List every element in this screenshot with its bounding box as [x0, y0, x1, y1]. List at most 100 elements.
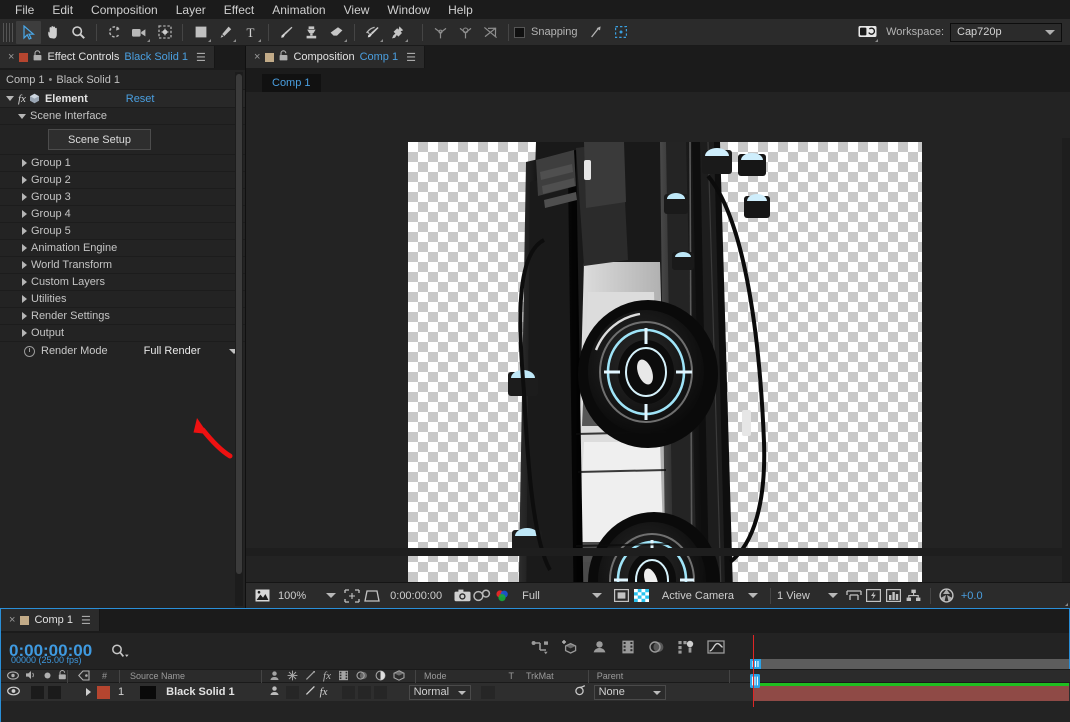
timeline-track-area[interactable]	[750, 635, 1070, 707]
chevron-down-icon[interactable]	[827, 593, 838, 598]
layer-motionblur-switch[interactable]	[357, 685, 371, 699]
channel-rgb-icon[interactable]	[492, 587, 1068, 606]
reset-button[interactable]: Reset	[126, 93, 155, 105]
disclosure-triangle-icon[interactable]	[22, 193, 27, 201]
enable-motion-blur-icon[interactable]	[648, 639, 665, 658]
viewer-horizontal-scrollbar[interactable]	[246, 548, 1070, 556]
disclosure-triangle-icon[interactable]	[18, 113, 26, 119]
zoom-level[interactable]: 100%	[278, 590, 306, 602]
layer-effects-fx-switch[interactable]: fx	[320, 686, 328, 698]
type-tool[interactable]: T	[238, 21, 263, 44]
property-group-animation-engine[interactable]: Animation Engine	[0, 240, 245, 257]
menu-item-edit[interactable]: Edit	[43, 1, 82, 19]
view-axis-mode-icon[interactable]	[478, 21, 503, 44]
property-group-world-transform[interactable]: World Transform	[0, 257, 245, 274]
close-icon[interactable]: ×	[254, 52, 260, 63]
layer-shy-switch[interactable]	[269, 685, 280, 699]
shape-tool[interactable]	[188, 21, 213, 44]
parent-pickwhip-icon[interactable]	[573, 684, 586, 700]
views-value[interactable]: 1 View	[777, 590, 810, 602]
disclosure-triangle-icon[interactable]	[6, 96, 14, 101]
brush-tool[interactable]	[274, 21, 299, 44]
layer-label-color[interactable]	[97, 685, 110, 699]
layer-lock-toggle[interactable]	[65, 685, 78, 699]
property-group-group-3[interactable]: Group 3	[0, 189, 245, 206]
resolution-value[interactable]: Full	[522, 590, 540, 602]
property-group-group-2[interactable]: Group 2	[0, 172, 245, 189]
stopwatch-icon[interactable]	[24, 345, 35, 357]
render-mode-value[interactable]: Full Render	[144, 345, 201, 357]
composition-mini-flowchart-icon[interactable]	[531, 639, 549, 658]
workspace-layout-icon[interactable]	[855, 21, 880, 44]
layer-disclosure-triangle-icon[interactable]	[86, 688, 91, 696]
layer-visibility-eye-icon[interactable]	[7, 686, 20, 699]
effect-header-element[interactable]: fx Element Reset	[0, 90, 245, 108]
timeline-empty-area[interactable]	[1, 701, 1070, 722]
tab-composition[interactable]: × Composition Comp 1 ☰	[246, 46, 425, 68]
hide-shy-layers-icon[interactable]	[591, 639, 608, 658]
menu-item-effect[interactable]: Effect	[215, 1, 263, 19]
zoom-tool[interactable]	[66, 21, 91, 44]
disclosure-triangle-icon[interactable]	[22, 210, 27, 218]
chevron-down-icon[interactable]	[748, 593, 759, 598]
viewer-vertical-scrollbar[interactable]	[1062, 138, 1070, 582]
composition-viewer[interactable]	[246, 92, 1070, 582]
enable-frame-blending-icon[interactable]	[620, 639, 636, 658]
transparency-grid-icon[interactable]	[362, 587, 382, 605]
comp-flowchart-icon[interactable]	[904, 587, 924, 605]
property-group-group-1[interactable]: Group 1	[0, 155, 245, 172]
lock-icon[interactable]	[279, 50, 288, 64]
pen-tool[interactable]	[213, 21, 238, 44]
layer-quality-switch[interactable]	[305, 685, 316, 699]
property-group-utilities[interactable]: Utilities	[0, 291, 245, 308]
snapping-checkbox[interactable]	[514, 26, 525, 38]
tab-effect-controls[interactable]: × Effect Controls Black Solid 1 ☰	[0, 46, 215, 68]
draft-3d-icon[interactable]	[561, 639, 579, 658]
chevron-down-icon[interactable]	[326, 593, 337, 598]
roto-brush-tool[interactable]	[360, 21, 385, 44]
camera-value[interactable]: Active Camera	[662, 590, 734, 602]
timeline-search-field[interactable]	[111, 643, 131, 662]
property-group-group-4[interactable]: Group 4	[0, 206, 245, 223]
rotation-tool[interactable]	[102, 21, 127, 44]
snap-arrow-icon[interactable]	[584, 21, 609, 44]
graph-editor-set-icon[interactable]	[677, 639, 695, 658]
layer-source-name[interactable]: Black Solid 1	[166, 686, 234, 698]
hand-tool[interactable]	[41, 21, 66, 44]
pan-behind-tool[interactable]	[152, 21, 177, 44]
snapshot-camera-icon[interactable]	[452, 587, 472, 605]
disclosure-triangle-icon[interactable]	[22, 329, 27, 337]
puppet-pin-tool[interactable]	[385, 21, 410, 44]
property-group-custom-layers[interactable]: Custom Layers	[0, 274, 245, 291]
menu-item-layer[interactable]: Layer	[167, 1, 215, 19]
panel-menu-icon[interactable]: ☰	[406, 51, 416, 64]
panel-menu-icon[interactable]: ☰	[81, 614, 91, 627]
layer-collapse-switch[interactable]	[285, 685, 299, 699]
pixel-aspect-correction-icon[interactable]	[844, 587, 864, 605]
layer-adjustment-switch[interactable]	[373, 685, 387, 699]
close-icon[interactable]: ×	[8, 52, 14, 63]
property-group-render-settings[interactable]: Render Settings	[0, 308, 245, 325]
disclosure-triangle-icon[interactable]	[22, 312, 27, 320]
workspace-select[interactable]: Cap720p	[950, 22, 1062, 42]
layer-duration-bar[interactable]	[753, 686, 1069, 701]
menu-item-help[interactable]: Help	[439, 1, 482, 19]
layer-solo-toggle[interactable]	[48, 685, 61, 699]
show-snapshot-icon[interactable]	[472, 587, 492, 605]
clone-stamp-tool[interactable]	[299, 21, 324, 44]
exposure-value[interactable]: +0.0	[961, 590, 983, 602]
snap-points-icon[interactable]	[609, 21, 634, 44]
scene-setup-button[interactable]: Scene Setup	[48, 129, 151, 150]
world-axis-mode-icon[interactable]	[453, 21, 478, 44]
menu-item-composition[interactable]: Composition	[82, 1, 167, 19]
camera-tool[interactable]	[127, 21, 152, 44]
exposure-aperture-icon[interactable]	[937, 587, 957, 605]
property-group-group-5[interactable]: Group 5	[0, 223, 245, 240]
layer-parent-select[interactable]: None	[593, 684, 666, 700]
tab-timeline-comp[interactable]: × Comp 1 ☰	[1, 609, 100, 631]
local-axis-mode-icon[interactable]	[428, 21, 453, 44]
lock-icon[interactable]	[33, 50, 42, 64]
time-marker-handle[interactable]	[749, 673, 761, 692]
disclosure-triangle-icon[interactable]	[22, 176, 27, 184]
disclosure-triangle-icon[interactable]	[22, 159, 27, 167]
